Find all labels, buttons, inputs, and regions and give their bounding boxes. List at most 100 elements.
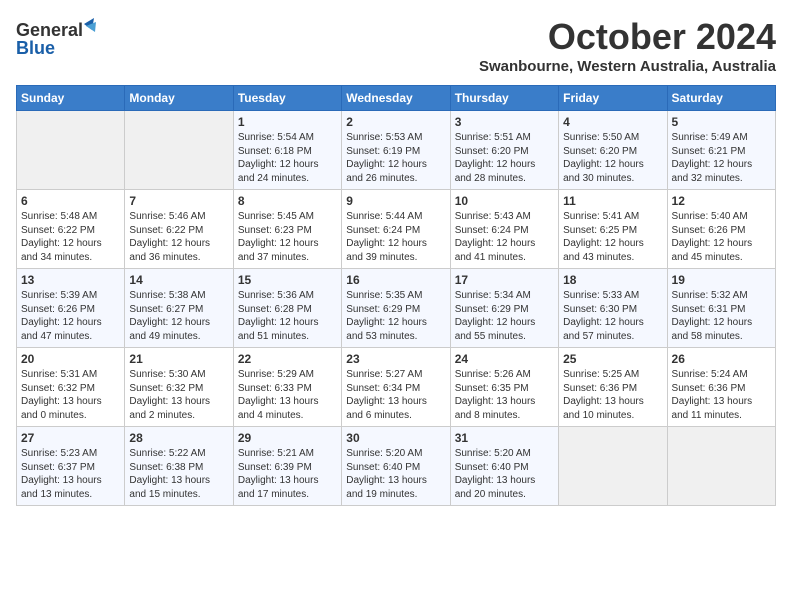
calendar-cell: 30 Sunrise: 5:20 AM Sunset: 6:40 PM Dayli… — [342, 427, 450, 506]
day-number: 9 — [346, 194, 445, 208]
day-detail: Sunrise: 5:49 AM Sunset: 6:21 PM Dayligh… — [672, 131, 771, 185]
day-detail: Sunrise: 5:50 AM Sunset: 6:20 PM Dayligh… — [563, 131, 662, 185]
day-number: 20 — [21, 352, 120, 366]
calendar-week-row: 27Sunrise: 5:23 AM Sunset: 6:37 PM Dayli… — [17, 427, 776, 506]
day-detail: Sunrise: 5:43 AM Sunset: 6:24 PM Dayligh… — [455, 210, 554, 264]
day-number: 30 — [346, 431, 445, 445]
day-detail: Sunrise: 5:29 AM Sunset: 6:33 PM Dayligh… — [238, 368, 337, 422]
day-number: 18 — [563, 273, 662, 287]
calendar-cell: 12 Sunrise: 5:40 AM Sunset: 6:26 PM Dayli… — [667, 190, 775, 269]
calendar-cell: 24 Sunrise: 5:26 AM Sunset: 6:35 PM Dayli… — [450, 348, 558, 427]
calendar-cell: 20 Sunrise: 5:31 AM Sunset: 6:32 PM Dayli… — [17, 348, 125, 427]
day-detail: Sunrise: 5:24 AM Sunset: 6:36 PM Dayligh… — [672, 368, 771, 422]
day-number: 14 — [129, 273, 228, 287]
day-detail: Sunrise: 5:21 AM Sunset: 6:39 PM Dayligh… — [238, 447, 337, 501]
weekday-header-tuesday: Tuesday — [233, 86, 341, 111]
day-detail: Sunrise: 5:40 AM Sunset: 6:26 PM Dayligh… — [672, 210, 771, 264]
calendar-cell: 18 Sunrise: 5:33 AM Sunset: 6:30 PM Dayli… — [559, 269, 667, 348]
calendar-week-row: 13Sunrise: 5:39 AM Sunset: 6:26 PM Dayli… — [17, 269, 776, 348]
calendar-cell: 28 Sunrise: 5:22 AM Sunset: 6:38 PM Dayli… — [125, 427, 233, 506]
day-number: 2 — [346, 115, 445, 129]
day-detail: Sunrise: 5:46 AM Sunset: 6:22 PM Dayligh… — [129, 210, 228, 264]
day-number: 24 — [455, 352, 554, 366]
calendar-week-row: 6Sunrise: 5:48 AM Sunset: 6:22 PM Daylig… — [17, 190, 776, 269]
day-number: 31 — [455, 431, 554, 445]
page-subtitle: Swanbourne, Western Australia, Australia — [479, 58, 776, 75]
svg-text:Blue: Blue — [16, 38, 55, 58]
logo-icon: General Blue — [16, 16, 96, 60]
day-number: 16 — [346, 273, 445, 287]
day-number: 28 — [129, 431, 228, 445]
day-number: 10 — [455, 194, 554, 208]
calendar-cell: 17Sunrise: 5:34 AM Sunset: 6:29 PM Dayli… — [450, 269, 558, 348]
day-detail: Sunrise: 5:25 AM Sunset: 6:36 PM Dayligh… — [563, 368, 662, 422]
day-number: 5 — [672, 115, 771, 129]
weekday-header-thursday: Thursday — [450, 86, 558, 111]
logo: General Blue — [16, 16, 96, 60]
calendar-cell: 26 Sunrise: 5:24 AM Sunset: 6:36 PM Dayli… — [667, 348, 775, 427]
page-title: October 2024 — [479, 16, 776, 58]
day-detail: Sunrise: 5:34 AM Sunset: 6:29 PM Dayligh… — [455, 289, 554, 343]
calendar-cell: 31Sunrise: 5:20 AM Sunset: 6:40 PM Dayli… — [450, 427, 558, 506]
calendar-cell: 13Sunrise: 5:39 AM Sunset: 6:26 PM Dayli… — [17, 269, 125, 348]
calendar-cell — [125, 111, 233, 190]
day-number: 12 — [672, 194, 771, 208]
day-detail: Sunrise: 5:53 AM Sunset: 6:19 PM Dayligh… — [346, 131, 445, 185]
day-detail: Sunrise: 5:54 AM Sunset: 6:18 PM Dayligh… — [238, 131, 337, 185]
day-detail: Sunrise: 5:44 AM Sunset: 6:24 PM Dayligh… — [346, 210, 445, 264]
weekday-header-sunday: Sunday — [17, 86, 125, 111]
calendar-cell: 8 Sunrise: 5:45 AM Sunset: 6:23 PM Daylig… — [233, 190, 341, 269]
day-number: 11 — [563, 194, 662, 208]
calendar-cell: 14Sunrise: 5:38 AM Sunset: 6:27 PM Dayli… — [125, 269, 233, 348]
day-number: 7 — [129, 194, 228, 208]
calendar-cell: 9 Sunrise: 5:44 AM Sunset: 6:24 PM Daylig… — [342, 190, 450, 269]
day-detail: Sunrise: 5:51 AM Sunset: 6:20 PM Dayligh… — [455, 131, 554, 185]
calendar-cell: 16 Sunrise: 5:35 AM Sunset: 6:29 PM Dayli… — [342, 269, 450, 348]
day-number: 3 — [455, 115, 554, 129]
calendar-cell: 27Sunrise: 5:23 AM Sunset: 6:37 PM Dayli… — [17, 427, 125, 506]
weekday-header-saturday: Saturday — [667, 86, 775, 111]
calendar-cell: 10 Sunrise: 5:43 AM Sunset: 6:24 PM Dayli… — [450, 190, 558, 269]
calendar-cell: 4Sunrise: 5:50 AM Sunset: 6:20 PM Daylig… — [559, 111, 667, 190]
day-detail: Sunrise: 5:45 AM Sunset: 6:23 PM Dayligh… — [238, 210, 337, 264]
day-detail: Sunrise: 5:27 AM Sunset: 6:34 PM Dayligh… — [346, 368, 445, 422]
calendar-cell: 29 Sunrise: 5:21 AM Sunset: 6:39 PM Dayli… — [233, 427, 341, 506]
day-number: 13 — [21, 273, 120, 287]
calendar-cell: 23 Sunrise: 5:27 AM Sunset: 6:34 PM Dayli… — [342, 348, 450, 427]
calendar-week-row: 20 Sunrise: 5:31 AM Sunset: 6:32 PM Dayli… — [17, 348, 776, 427]
weekday-header-row: SundayMondayTuesdayWednesdayThursdayFrid… — [17, 86, 776, 111]
calendar-cell: 21 Sunrise: 5:30 AM Sunset: 6:32 PM Dayli… — [125, 348, 233, 427]
day-number: 1 — [238, 115, 337, 129]
weekday-header-friday: Friday — [559, 86, 667, 111]
day-number: 25 — [563, 352, 662, 366]
day-number: 29 — [238, 431, 337, 445]
day-number: 23 — [346, 352, 445, 366]
day-detail: Sunrise: 5:36 AM Sunset: 6:28 PM Dayligh… — [238, 289, 337, 343]
calendar-cell — [667, 427, 775, 506]
day-detail: Sunrise: 5:26 AM Sunset: 6:35 PM Dayligh… — [455, 368, 554, 422]
day-number: 6 — [21, 194, 120, 208]
day-number: 26 — [672, 352, 771, 366]
day-number: 21 — [129, 352, 228, 366]
day-detail: Sunrise: 5:33 AM Sunset: 6:30 PM Dayligh… — [563, 289, 662, 343]
page-header: General Blue October 2024 Swanbourne, We… — [16, 16, 776, 75]
weekday-header-wednesday: Wednesday — [342, 86, 450, 111]
calendar-week-row: 1 Sunrise: 5:54 AM Sunset: 6:18 PM Daylig… — [17, 111, 776, 190]
calendar-table: SundayMondayTuesdayWednesdayThursdayFrid… — [16, 85, 776, 506]
day-detail: Sunrise: 5:35 AM Sunset: 6:29 PM Dayligh… — [346, 289, 445, 343]
calendar-cell: 7 Sunrise: 5:46 AM Sunset: 6:22 PM Daylig… — [125, 190, 233, 269]
calendar-cell — [17, 111, 125, 190]
day-number: 8 — [238, 194, 337, 208]
calendar-cell: 1 Sunrise: 5:54 AM Sunset: 6:18 PM Daylig… — [233, 111, 341, 190]
day-detail: Sunrise: 5:20 AM Sunset: 6:40 PM Dayligh… — [346, 447, 445, 501]
day-detail: Sunrise: 5:32 AM Sunset: 6:31 PM Dayligh… — [672, 289, 771, 343]
day-detail: Sunrise: 5:31 AM Sunset: 6:32 PM Dayligh… — [21, 368, 120, 422]
calendar-cell: 15Sunrise: 5:36 AM Sunset: 6:28 PM Dayli… — [233, 269, 341, 348]
calendar-cell: 2 Sunrise: 5:53 AM Sunset: 6:19 PM Daylig… — [342, 111, 450, 190]
day-detail: Sunrise: 5:30 AM Sunset: 6:32 PM Dayligh… — [129, 368, 228, 422]
calendar-cell: 11Sunrise: 5:41 AM Sunset: 6:25 PM Dayli… — [559, 190, 667, 269]
title-block: October 2024 Swanbourne, Western Austral… — [479, 16, 776, 75]
day-detail: Sunrise: 5:23 AM Sunset: 6:37 PM Dayligh… — [21, 447, 120, 501]
day-detail: Sunrise: 5:22 AM Sunset: 6:38 PM Dayligh… — [129, 447, 228, 501]
svg-text:General: General — [16, 20, 83, 40]
